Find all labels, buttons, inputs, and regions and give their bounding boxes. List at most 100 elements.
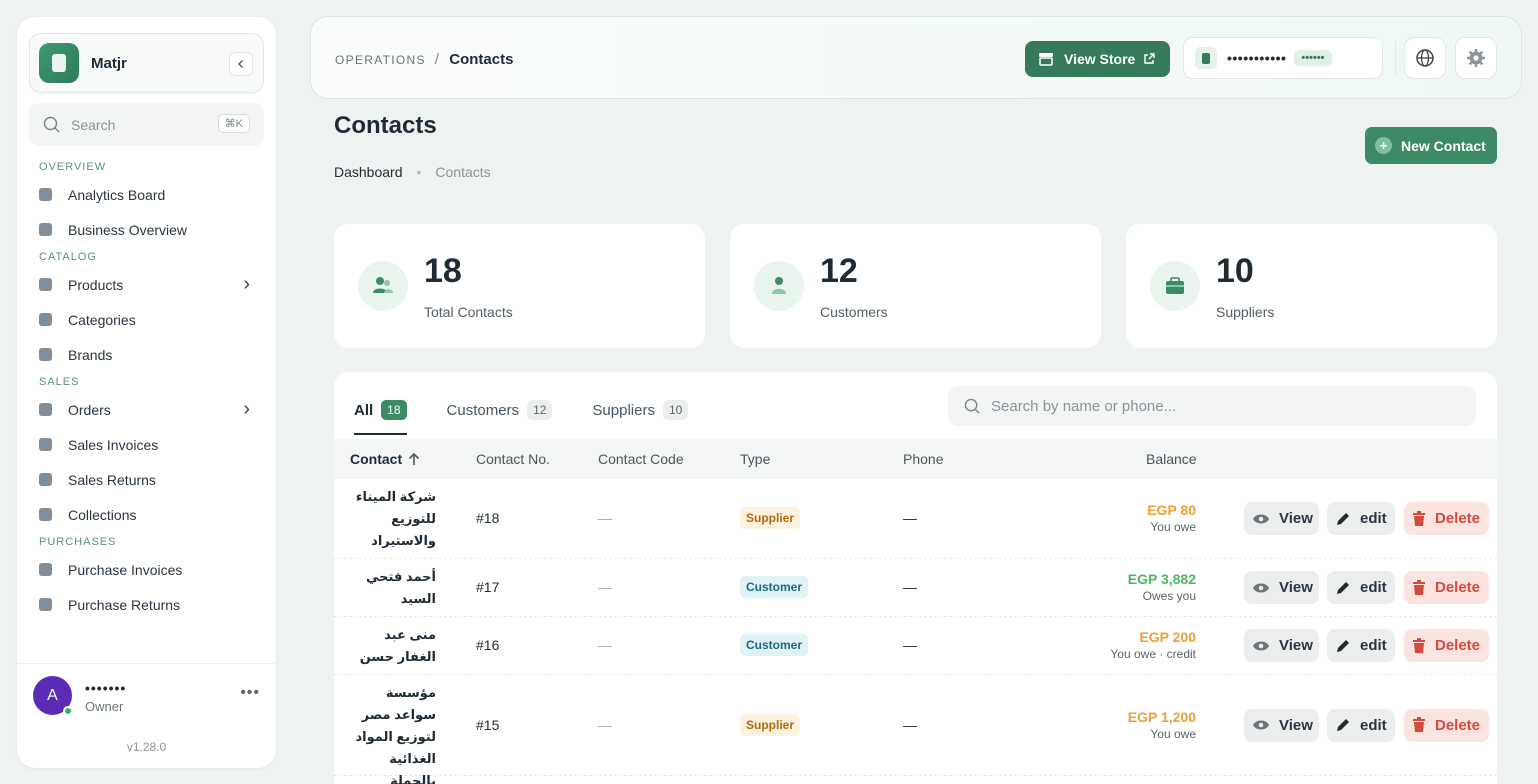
contacts-table-panel: All 18 Customers 12 Suppliers 10 Contact… bbox=[334, 372, 1497, 784]
sidebar-item-orders[interactable]: Orders › bbox=[17, 392, 276, 427]
table-row[interactable]: أحمد فتحي السيد #17 — Customer — EGP 3,882 Owe… bbox=[334, 559, 1497, 617]
invoice-icon bbox=[39, 438, 52, 451]
sidebar-search[interactable]: Search ⌘K bbox=[29, 103, 264, 146]
sidebar-item-sales-invoices[interactable]: Sales Invoices bbox=[17, 427, 276, 462]
language-button[interactable] bbox=[1404, 37, 1446, 79]
breadcrumb-dashboard[interactable]: Dashboard bbox=[334, 164, 403, 180]
breadcrumb-parent[interactable]: OPERATIONS bbox=[335, 53, 426, 67]
collapse-sidebar-button[interactable] bbox=[229, 52, 253, 76]
user-icon bbox=[754, 261, 804, 311]
more-options-icon[interactable]: ••• bbox=[240, 684, 260, 702]
gear-icon bbox=[1467, 49, 1485, 67]
contact-number: #15 bbox=[476, 716, 500, 733]
sidebar-item-products[interactable]: Products › bbox=[17, 267, 276, 302]
stat-label: Customers bbox=[820, 304, 888, 320]
edit-button[interactable]: edit bbox=[1327, 502, 1395, 535]
grid-icon bbox=[39, 223, 52, 236]
delete-button[interactable]: Delete bbox=[1404, 571, 1489, 604]
sidebar-item-categories[interactable]: Categories bbox=[17, 302, 276, 337]
table-search-input[interactable] bbox=[991, 397, 1451, 415]
view-button-label: View bbox=[1279, 637, 1313, 654]
tab-all[interactable]: All 18 bbox=[354, 394, 407, 435]
edit-button[interactable]: edit bbox=[1327, 571, 1395, 604]
sidebar-item-brands[interactable]: Brands bbox=[17, 337, 276, 372]
contact-phone: — bbox=[903, 510, 917, 526]
sidebar-item-label: Purchase Returns bbox=[68, 596, 181, 613]
edit-icon-wrap bbox=[1335, 511, 1351, 527]
tab-customers[interactable]: Customers 12 bbox=[447, 394, 553, 426]
table-row[interactable]: شركة الميناء للتوزيع والاستيراد #18 — Suppl… bbox=[334, 479, 1497, 559]
trash-icon bbox=[1413, 637, 1425, 653]
pencil-icon bbox=[1337, 581, 1349, 594]
new-contact-button[interactable]: + New Contact bbox=[1365, 127, 1497, 164]
contact-phone: — bbox=[903, 716, 917, 733]
contact-code: — bbox=[598, 510, 612, 526]
store-selector[interactable]: ••••••••••• •••••• bbox=[1183, 37, 1383, 79]
balance-amount: EGP 200 bbox=[1139, 629, 1196, 645]
nav-section-title: PURCHASES bbox=[39, 536, 117, 548]
contact-number: #17 bbox=[476, 579, 500, 595]
view-button-label: View bbox=[1279, 716, 1313, 734]
invoice-icon bbox=[39, 563, 52, 576]
view-store-button[interactable]: View Store bbox=[1025, 41, 1170, 77]
sidebar-item-label: Sales Returns bbox=[68, 471, 156, 488]
table-body: شركة الميناء للتوزيع والاستيراد #18 — Suppl… bbox=[334, 479, 1497, 784]
tab-count: 12 bbox=[527, 400, 553, 420]
external-link-icon bbox=[1144, 53, 1156, 64]
edit-button-label: edit bbox=[1360, 579, 1387, 596]
contact-phone: — bbox=[903, 579, 917, 595]
view-button[interactable]: View bbox=[1244, 571, 1319, 604]
app-name: Matjr bbox=[91, 54, 127, 72]
sidebar-item-sales-returns[interactable]: Sales Returns bbox=[17, 462, 276, 497]
balance: EGP 1,200 You owe bbox=[1128, 709, 1196, 741]
eye-icon bbox=[1253, 514, 1269, 523]
delete-button[interactable]: Delete bbox=[1404, 629, 1489, 662]
filter-tabs: All 18 Customers 12 Suppliers 10 bbox=[354, 394, 728, 435]
coins-icon bbox=[39, 508, 52, 521]
tab-suppliers[interactable]: Suppliers 10 bbox=[592, 394, 689, 426]
sidebar-item-purchase-invoices[interactable]: Purchase Invoices bbox=[17, 552, 276, 587]
sidebar-item-collections[interactable]: Collections bbox=[17, 497, 276, 532]
column-type[interactable]: Type bbox=[740, 451, 770, 467]
edit-button[interactable]: edit bbox=[1327, 629, 1395, 662]
sidebar-item-business-overview[interactable]: Business Overview bbox=[17, 212, 276, 247]
delete-button-label: Delete bbox=[1435, 716, 1481, 734]
delete-button-label: Delete bbox=[1435, 637, 1481, 654]
edit-icon-wrap bbox=[1335, 717, 1351, 733]
stat-value: 12 bbox=[820, 252, 858, 290]
column-phone[interactable]: Phone bbox=[903, 451, 943, 467]
view-button[interactable]: View bbox=[1244, 629, 1319, 662]
column-contact[interactable]: Contact bbox=[350, 451, 420, 467]
trash-icon bbox=[1413, 579, 1425, 595]
table-header: Contact Contact No. Contact Code Type Ph… bbox=[334, 439, 1497, 479]
user-profile[interactable]: A ••••••• Owner ••• v1.28.0 bbox=[17, 663, 276, 768]
sidebar-item-purchase-returns[interactable]: Purchase Returns bbox=[17, 587, 276, 622]
tab-count: 18 bbox=[381, 400, 407, 420]
column-contact-no[interactable]: Contact No. bbox=[476, 451, 550, 467]
delete-button[interactable]: Delete bbox=[1404, 708, 1489, 742]
column-contact-code[interactable]: Contact Code bbox=[598, 451, 684, 467]
view-button[interactable]: View bbox=[1244, 502, 1319, 535]
sidebar-item-analytics-board[interactable]: Analytics Board bbox=[17, 177, 276, 212]
box-icon bbox=[39, 278, 52, 291]
cart-icon bbox=[39, 403, 52, 416]
table-row[interactable]: مؤسسة سواعد مصر لتوزيع المواد الغذائية ب… bbox=[334, 675, 1497, 784]
plus-icon: + bbox=[1375, 137, 1392, 154]
column-balance[interactable]: Balance bbox=[1146, 451, 1197, 467]
delete-icon-wrap bbox=[1412, 637, 1426, 654]
view-icon-wrap bbox=[1252, 719, 1270, 731]
edit-button[interactable]: edit bbox=[1327, 708, 1395, 742]
table-row[interactable]: منى عبد الغفار حسن #16 — Customer — EGP 200 Yo… bbox=[334, 617, 1497, 675]
balance: EGP 200 You owe · credit bbox=[1110, 629, 1196, 661]
balance-amount: EGP 1,200 bbox=[1127, 708, 1196, 725]
store-badge: •••••• bbox=[1294, 50, 1332, 66]
delete-button[interactable]: Delete bbox=[1404, 502, 1489, 535]
tab-label: Customers bbox=[446, 401, 520, 419]
contact-code: — bbox=[598, 716, 612, 733]
view-button[interactable]: View bbox=[1244, 708, 1319, 742]
settings-button[interactable] bbox=[1455, 37, 1497, 79]
eye-icon bbox=[1253, 720, 1269, 730]
sidebar-item-label: Collections bbox=[68, 506, 137, 523]
delete-icon-wrap bbox=[1412, 510, 1426, 527]
tag-icon bbox=[39, 348, 52, 361]
